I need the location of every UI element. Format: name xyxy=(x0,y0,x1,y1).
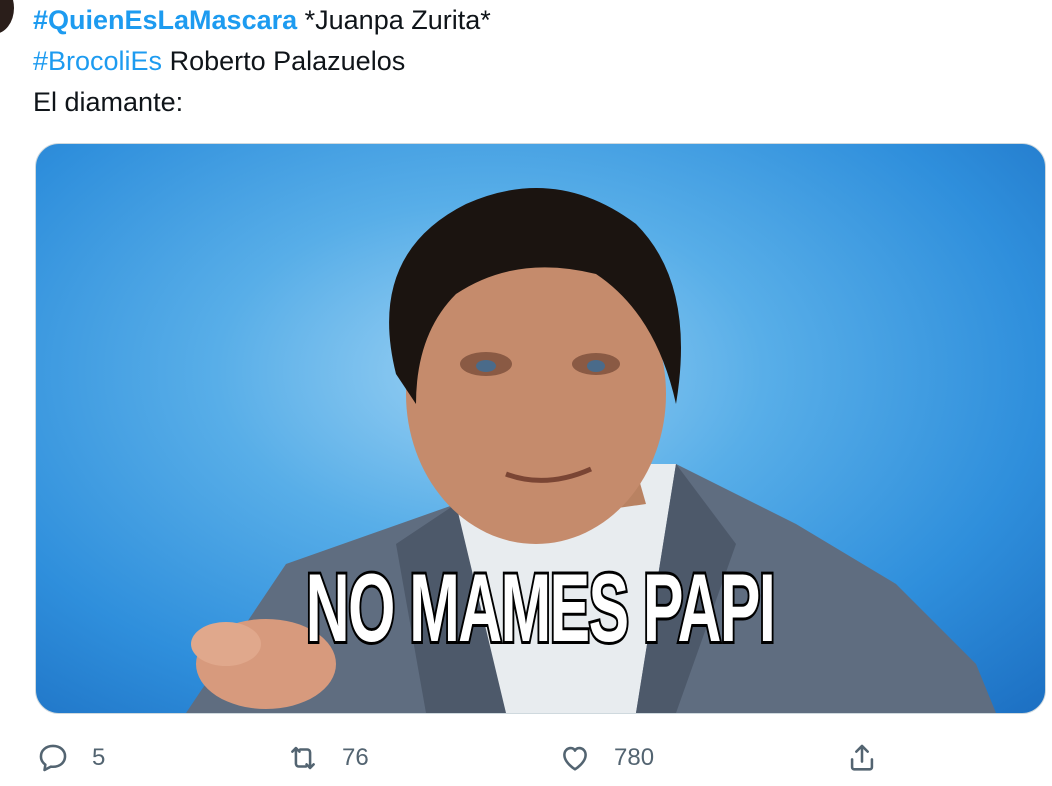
hashtag-link[interactable]: #QuienEsLaMascara xyxy=(33,5,297,35)
retweet-count: 76 xyxy=(342,744,369,771)
tweet-line-text: *Juanpa Zurita* xyxy=(297,5,491,35)
tweet-line-3: El diamante: xyxy=(33,82,491,123)
tweet-actions: 5 76 780 xyxy=(0,735,1052,785)
tweet-line-text: El diamante: xyxy=(33,87,184,117)
meme-illustration: NO MAMES PAPI xyxy=(186,188,996,713)
retweet-button[interactable]: 76 xyxy=(286,735,369,781)
tweet-text: #QuienEsLaMascara *Juanpa Zurita* #Broco… xyxy=(33,0,491,123)
share-icon xyxy=(850,744,874,771)
tweet-line-2: #BrocoliEs Roberto Palazuelos xyxy=(33,41,491,82)
share-button[interactable] xyxy=(845,735,879,781)
reply-count: 5 xyxy=(92,744,106,771)
retweet-icon xyxy=(291,746,315,770)
like-button[interactable]: 780 xyxy=(558,735,654,781)
hashtag-link[interactable]: #BrocoliEs xyxy=(33,46,162,76)
tweet-line-text: Roberto Palazuelos xyxy=(162,46,406,76)
tweet-image[interactable]: NO MAMES PAPI xyxy=(35,143,1046,714)
avatar[interactable] xyxy=(0,0,14,34)
reply-icon xyxy=(39,744,67,772)
reply-button[interactable]: 5 xyxy=(36,735,105,781)
like-count: 780 xyxy=(614,744,655,771)
tweet-line-1: #QuienEsLaMascara *Juanpa Zurita* xyxy=(33,0,491,41)
heart-icon xyxy=(563,746,587,771)
meme-caption: NO MAMES PAPI xyxy=(306,555,774,663)
